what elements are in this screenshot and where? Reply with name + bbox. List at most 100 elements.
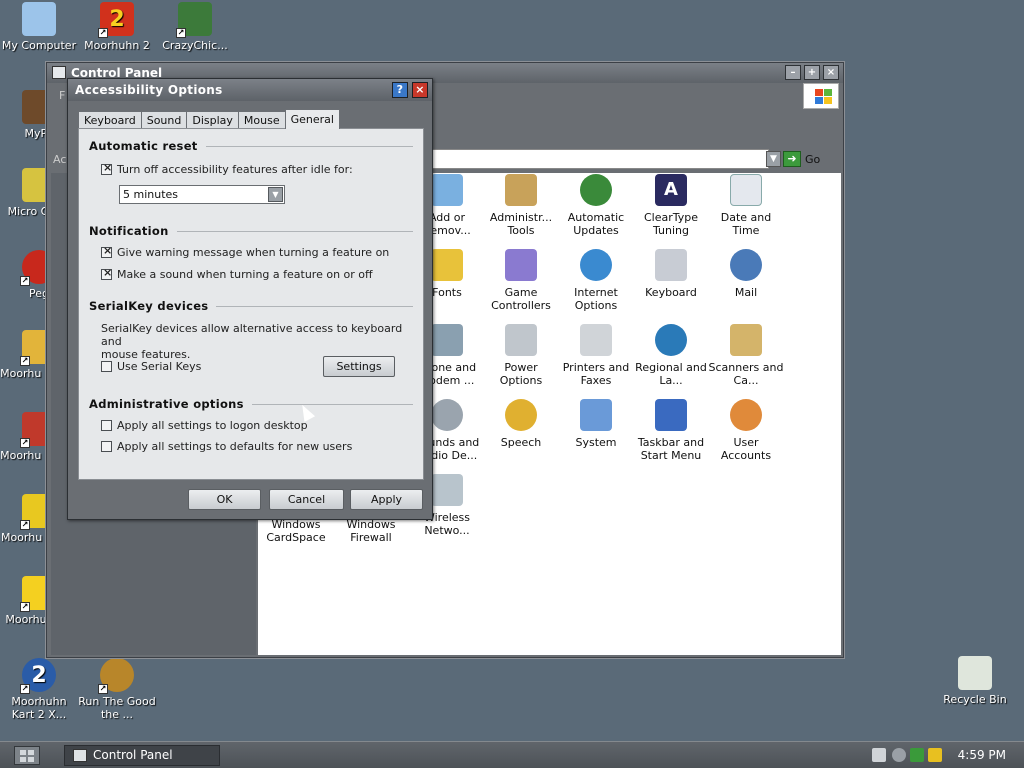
close-button[interactable]: × bbox=[412, 82, 428, 98]
control-panel-task-icon bbox=[73, 749, 87, 762]
serialkey-title: SerialKey devices bbox=[89, 299, 413, 313]
network-tray-icon[interactable] bbox=[910, 748, 924, 762]
help-button[interactable]: ? bbox=[392, 82, 408, 98]
serial-keys-checkbox[interactable] bbox=[101, 361, 112, 372]
general-tab-panel: Automatic reset Turn off accessibility f… bbox=[78, 128, 424, 480]
tab-mouse[interactable]: Mouse bbox=[237, 111, 286, 129]
control-panel-app-icon bbox=[52, 66, 66, 79]
logon-desktop-checkbox-row[interactable]: Apply all settings to logon desktop bbox=[101, 419, 308, 432]
desktop-icon-recycle-bin[interactable]: Recycle Bin bbox=[936, 656, 1014, 706]
cp-icon-power-options[interactable]: Power Options bbox=[482, 324, 560, 387]
cp-icon-label: Fonts bbox=[432, 286, 462, 299]
idle-reset-checkbox[interactable] bbox=[101, 161, 112, 175]
tab-sound[interactable]: Sound bbox=[140, 111, 188, 129]
system-tray: 4:59 PM bbox=[866, 744, 1024, 767]
cp-icon-printers-faxes[interactable]: Printers and Faxes bbox=[557, 324, 635, 387]
serial-keys-label: Use Serial Keys bbox=[117, 360, 202, 373]
cp-icon-system[interactable]: System bbox=[557, 399, 635, 449]
power-options-icon bbox=[505, 324, 537, 356]
tab-general[interactable]: General bbox=[284, 109, 340, 129]
desktop-icon-label: Recycle Bin bbox=[943, 693, 1007, 706]
desktop-icon-my-computer[interactable]: My Computer bbox=[0, 2, 78, 52]
taskbar-control-panel-button[interactable]: Control Panel bbox=[64, 745, 220, 766]
clock[interactable]: 4:59 PM bbox=[958, 748, 1006, 762]
desktop-icon-moorhuhn-kart-2[interactable]: 2 ↗ Moorhuhn Kart 2 X... bbox=[0, 658, 78, 721]
cp-icon-user-accounts[interactable]: User Accounts bbox=[707, 399, 785, 462]
speaker-icon bbox=[431, 399, 463, 431]
sound-checkbox-row[interactable]: Make a sound when turning a feature on o… bbox=[101, 266, 373, 281]
cp-icon-label: Mail bbox=[734, 286, 758, 299]
warning-label: Give warning message when turning a feat… bbox=[117, 246, 390, 259]
cp-icon-label: Printers and Faxes bbox=[562, 361, 630, 387]
automatic-updates-icon bbox=[580, 174, 612, 206]
system-icon bbox=[580, 399, 612, 431]
minimize-button[interactable]: – bbox=[785, 65, 801, 80]
speech-icon bbox=[505, 399, 537, 431]
keyboard-tray-icon[interactable] bbox=[872, 748, 886, 762]
serialkey-settings-button[interactable]: Settings bbox=[323, 356, 395, 377]
address-dropdown-button[interactable]: ▼ bbox=[766, 151, 781, 167]
idle-reset-checkbox-row[interactable]: Turn off accessibility features after id… bbox=[101, 161, 353, 176]
desktop-icon-label: My Computer bbox=[1, 39, 77, 52]
scanner-camera-icon bbox=[730, 324, 762, 356]
desktop-icon-run-the-good[interactable]: ↗ Run The Good the ... bbox=[78, 658, 156, 721]
cp-icon-label: System bbox=[575, 436, 617, 449]
cp-icon-label: Taskbar and Start Menu bbox=[637, 436, 705, 462]
cp-icon-label: Speech bbox=[500, 436, 542, 449]
new-users-checkbox[interactable] bbox=[101, 441, 112, 452]
cp-icon-automatic-updates[interactable]: Automatic Updates bbox=[557, 174, 635, 237]
cp-icon-mail[interactable]: Mail bbox=[707, 249, 785, 299]
cp-icon-scanners[interactable]: Scanners and Ca... bbox=[707, 324, 785, 387]
address-partial-label: Ac bbox=[53, 153, 67, 166]
security-shield-icon[interactable] bbox=[928, 748, 942, 762]
chevron-down-icon[interactable]: ▼ bbox=[268, 187, 283, 202]
cancel-button[interactable]: Cancel bbox=[269, 489, 344, 510]
cp-icon-label: Windows Firewall bbox=[346, 518, 396, 544]
cp-icon-game-controllers[interactable]: Game Controllers bbox=[482, 249, 560, 312]
group-serialkey: SerialKey devices bbox=[89, 299, 413, 313]
apply-button[interactable]: Apply bbox=[350, 489, 423, 510]
sound-label: Make a sound when turning a feature on o… bbox=[117, 268, 373, 281]
cp-icon-label: Administr... Tools bbox=[489, 211, 553, 237]
administrative-title: Administrative options bbox=[89, 397, 413, 411]
warning-checkbox[interactable] bbox=[101, 244, 112, 258]
desktop-icon-label: Moorhuhn Kart 2 X... bbox=[11, 695, 67, 721]
cp-icon-admin-tools[interactable]: Administr... Tools bbox=[482, 174, 560, 237]
logon-desktop-label: Apply all settings to logon desktop bbox=[117, 419, 308, 432]
warning-checkbox-row[interactable]: Give warning message when turning a feat… bbox=[101, 244, 390, 259]
close-button[interactable]: × bbox=[823, 65, 839, 80]
dialog-titlebar[interactable]: Accessibility Options ? × bbox=[68, 79, 432, 101]
cp-icon-label: Keyboard bbox=[645, 286, 697, 299]
moorhuhn-2-icon: 2 ↗ bbox=[98, 2, 134, 38]
windows-logo-icon bbox=[803, 83, 839, 109]
tab-keyboard[interactable]: Keyboard bbox=[78, 111, 142, 129]
desktop-icon-moorhuhn-2[interactable]: 2 ↗ Moorhuhn 2 bbox=[78, 2, 156, 52]
cp-icon-taskbar[interactable]: Taskbar and Start Menu bbox=[632, 399, 710, 462]
cp-icon-internet-options[interactable]: Internet Options bbox=[557, 249, 635, 312]
idle-reset-label: Turn off accessibility features after id… bbox=[117, 163, 353, 176]
printer-icon bbox=[580, 324, 612, 356]
idle-time-select[interactable]: 5 minutes ▼ bbox=[119, 185, 285, 204]
sound-checkbox[interactable] bbox=[101, 266, 112, 280]
new-users-checkbox-row[interactable]: Apply all settings to defaults for new u… bbox=[101, 440, 352, 453]
cp-icon-regional[interactable]: Regional and La... bbox=[632, 324, 710, 387]
cp-icon-speech[interactable]: Speech bbox=[482, 399, 560, 449]
logon-desktop-checkbox[interactable] bbox=[101, 420, 112, 431]
back-arrow-tray-icon[interactable] bbox=[892, 748, 906, 762]
cp-icon-date-time[interactable]: Date and Time bbox=[707, 174, 785, 237]
date-time-icon bbox=[730, 174, 762, 206]
desktop-icon-crazychicken[interactable]: ↗ CrazyChic... bbox=[156, 2, 234, 52]
start-button[interactable] bbox=[14, 746, 40, 765]
tab-display[interactable]: Display bbox=[186, 111, 239, 129]
cp-icon-keyboard[interactable]: Keyboard bbox=[632, 249, 710, 299]
ok-button[interactable]: OK bbox=[188, 489, 261, 510]
go-button[interactable]: ➜ Go bbox=[783, 150, 835, 168]
moorhuhn-kart-2-icon: 2 ↗ bbox=[20, 658, 56, 694]
dialog-body: Keyboard Sound Display Mouse General Aut… bbox=[76, 107, 426, 481]
serial-keys-checkbox-row[interactable]: Use Serial Keys bbox=[101, 360, 201, 373]
cp-icon-cleartype[interactable]: A ClearType Tuning bbox=[632, 174, 710, 237]
keyboard-icon bbox=[655, 249, 687, 281]
notification-title: Notification bbox=[89, 224, 413, 238]
maximize-button[interactable]: + bbox=[804, 65, 820, 80]
taskbar: Control Panel 4:59 PM bbox=[0, 741, 1024, 768]
